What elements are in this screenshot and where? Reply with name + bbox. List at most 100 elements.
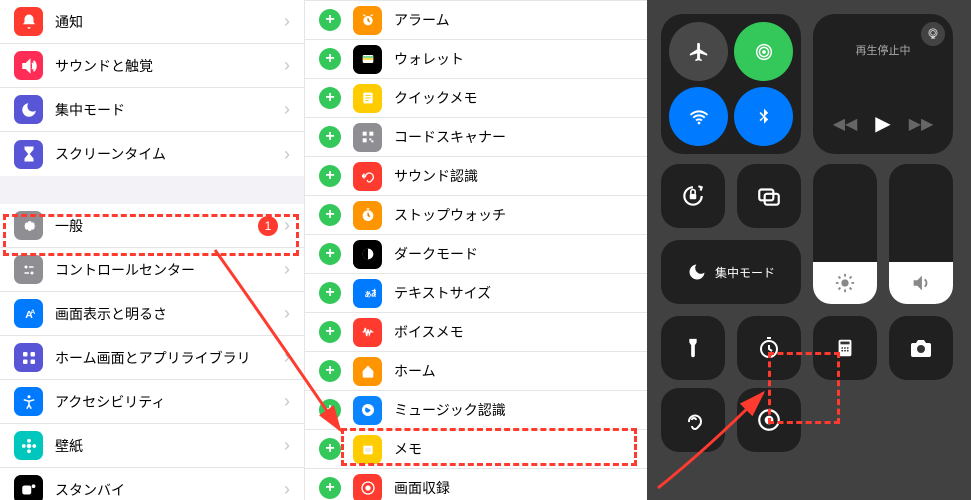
bluetooth-toggle[interactable] (734, 87, 793, 146)
control-row[interactable]: + 画面収録 (305, 469, 647, 500)
chevron-icon: › (284, 99, 290, 120)
chevron-icon: › (284, 55, 290, 76)
control-label: 画面収録 (394, 478, 633, 498)
control-row[interactable]: + ストップウォッチ (305, 196, 647, 235)
add-button[interactable]: + (319, 48, 341, 70)
control-icon (353, 162, 382, 191)
control-icon (353, 435, 382, 464)
row-label: サウンドと触覚 (55, 56, 284, 76)
row-label: アクセシビリティ (55, 392, 284, 412)
settings-row-control[interactable]: コントロールセンター› (0, 248, 304, 292)
settings-row-brightness[interactable]: AA画面表示と明るさ› (0, 292, 304, 336)
row-label: 通知 (55, 12, 284, 32)
add-button[interactable]: + (319, 126, 341, 148)
orientation-lock-tile[interactable] (661, 164, 725, 228)
media-panel[interactable]: 再生停止中 ◀◀ ▶ ▶▶ (813, 14, 953, 154)
calculator-tile[interactable] (813, 316, 877, 380)
add-button[interactable]: + (319, 399, 341, 421)
add-button[interactable]: + (319, 282, 341, 304)
connectivity-quad (661, 14, 801, 154)
focus-tile[interactable]: 集中モード (661, 240, 801, 304)
control-label: アラーム (394, 10, 633, 30)
cellular-toggle[interactable] (734, 22, 793, 81)
control-center-items: + アラーム + ウォレット + クイックメモ + コードスキャナー + サウンド認識 + ストップウ… (305, 0, 647, 500)
settings-row-flower[interactable]: 壁紙› (0, 424, 304, 468)
control-row[interactable]: +ボイスメモ (305, 313, 647, 352)
control-icon (353, 357, 382, 386)
control-icon (353, 201, 382, 230)
control-label: コードスキャナー (394, 127, 633, 147)
row-label: 画面表示と明るさ (55, 304, 284, 324)
settings-row-bell[interactable]: 通知› (0, 0, 304, 44)
camera-tile[interactable] (889, 316, 953, 380)
add-button[interactable]: + (319, 165, 341, 187)
settings-row-gear[interactable]: 一般1› (0, 204, 304, 248)
add-button[interactable]: + (319, 360, 341, 382)
control-row[interactable]: + コードスキャナー (305, 118, 647, 157)
volume-slider[interactable] (889, 164, 953, 304)
control-row[interactable]: +ホーム (305, 352, 647, 391)
add-button[interactable]: + (319, 87, 341, 109)
chevron-icon: › (284, 435, 290, 456)
add-button[interactable]: + (319, 204, 341, 226)
control-icon (353, 474, 382, 500)
control-row[interactable]: + サウンド認識 (305, 157, 647, 196)
control-label: サウンド認識 (394, 166, 633, 186)
control-label: ダークモード (394, 244, 633, 264)
badge: 1 (258, 216, 278, 236)
add-button[interactable]: + (319, 321, 341, 343)
settings-row-standby[interactable]: スタンバイ› (0, 468, 304, 500)
control-row[interactable]: + メモ (305, 430, 647, 469)
standby-icon (14, 475, 43, 500)
flashlight-tile[interactable] (661, 316, 725, 380)
play-icon[interactable]: ▶ (875, 111, 890, 136)
settings-row-speaker[interactable]: サウンドと触覚› (0, 44, 304, 88)
control-row[interactable]: + ミュージック認識 (305, 391, 647, 430)
settings-row-hourglass[interactable]: スクリーンタイム› (0, 132, 304, 176)
control-label: テキストサイズ (394, 283, 633, 303)
airplay-icon[interactable] (921, 22, 945, 46)
hearing-tile[interactable] (661, 388, 725, 452)
control-row[interactable]: + ダークモード (305, 235, 647, 274)
row-label: 壁紙 (55, 436, 284, 456)
control-center-preview: 再生停止中 ◀◀ ▶ ▶▶ 集中モード (647, 0, 971, 500)
settings-row-grid[interactable]: ホーム画面とアプリライブラリ› (0, 336, 304, 380)
control-icon (353, 45, 382, 74)
svg-text:あ: あ (370, 288, 375, 298)
chevron-icon: › (284, 347, 290, 368)
access-icon (14, 387, 43, 416)
svg-text:A: A (30, 309, 35, 316)
control-label: メモ (394, 439, 633, 459)
control-label: ミュージック認識 (394, 400, 633, 420)
speaker-icon (14, 51, 43, 80)
control-label: ウォレット (394, 49, 633, 69)
screen-record-tile[interactable] (737, 388, 801, 452)
add-button[interactable]: + (319, 438, 341, 460)
row-label: スクリーンタイム (55, 144, 284, 164)
control-icon (353, 84, 382, 113)
control-row[interactable]: + クイックメモ (305, 79, 647, 118)
prev-icon[interactable]: ◀◀ (833, 114, 858, 134)
settings-list: 通知›サウンドと触覚›集中モード›スクリーンタイム› 一般1›コントロールセンタ… (0, 0, 305, 500)
control-row[interactable]: + ウォレット (305, 40, 647, 79)
settings-row-access[interactable]: アクセシビリティ› (0, 380, 304, 424)
row-label: ホーム画面とアプリライブラリ (55, 348, 284, 368)
add-button[interactable]: + (319, 243, 341, 265)
chevron-icon: › (284, 144, 290, 165)
screen-mirroring-tile[interactable] (737, 164, 801, 228)
add-button[interactable]: + (319, 9, 341, 31)
airplane-toggle[interactable] (669, 22, 728, 81)
chevron-icon: › (284, 11, 290, 32)
timer-tile[interactable] (737, 316, 801, 380)
control-label: ストップウォッチ (394, 205, 633, 225)
control-row[interactable]: + アラーム (305, 1, 647, 40)
add-button[interactable]: + (319, 477, 341, 499)
wifi-toggle[interactable] (669, 87, 728, 146)
control-row[interactable]: + ああテキストサイズ (305, 274, 647, 313)
brightness-slider[interactable] (813, 164, 877, 304)
control-icon (353, 318, 382, 347)
settings-row-moon[interactable]: 集中モード› (0, 88, 304, 132)
control-label: クイックメモ (394, 88, 633, 108)
control-icon: ああ (353, 279, 382, 308)
next-icon[interactable]: ▶▶ (909, 114, 934, 134)
